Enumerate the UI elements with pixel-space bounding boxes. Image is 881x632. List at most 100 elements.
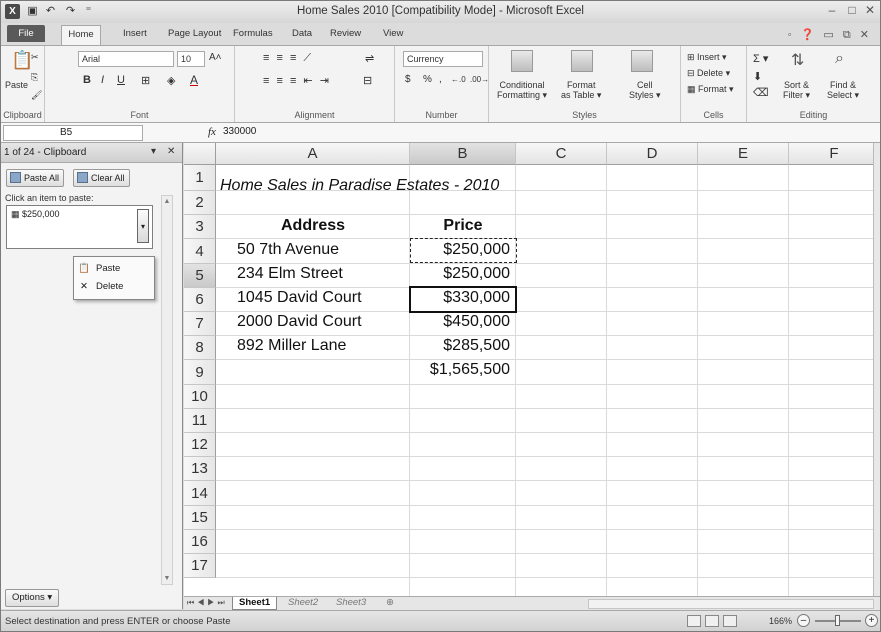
menu-paste[interactable]: 📋 Paste (78, 263, 120, 274)
find-select-button[interactable]: Find & Select ▾ (827, 80, 859, 100)
conditional-formatting-button[interactable]: Conditional Formatting ▾ (497, 80, 547, 100)
zoom-level[interactable]: 166% (769, 616, 792, 626)
fill-icon[interactable]: ⬇ (753, 70, 762, 83)
bold-button[interactable]: B (83, 74, 91, 86)
row-header-8[interactable]: 8 (184, 336, 216, 360)
row-header-1[interactable]: 1 (184, 165, 216, 191)
save-icon[interactable]: ▣ (25, 4, 40, 19)
tab-page-layout[interactable]: Page Layout (168, 28, 221, 39)
sheet-tab-2[interactable]: Sheet2 (282, 597, 324, 610)
horizontal-scrollbar[interactable] (588, 599, 874, 609)
sort-filter-button[interactable]: Sort & Filter ▾ (783, 80, 810, 100)
format-as-table-button[interactable]: Format as Table ▾ (561, 80, 601, 100)
vertical-scrollbar[interactable] (873, 143, 880, 596)
font-family-select[interactable]: Arial (78, 51, 174, 67)
sheet-tab-1[interactable]: Sheet1 (232, 597, 278, 610)
horizontal-align-icons[interactable]: ≡ ≡ ≡ ⇤ ⇥ (263, 74, 331, 87)
tab-view[interactable]: View (383, 28, 403, 39)
copy-icon[interactable]: ⎘ (31, 72, 38, 83)
grow-font-icon[interactable]: A˄ (209, 52, 222, 63)
cell-a6-address[interactable]: 2000 David Court (237, 313, 362, 331)
font-size-select[interactable]: 10 (177, 51, 205, 67)
row-header-15[interactable]: 15 (184, 506, 216, 530)
clipboard-scrollbar[interactable]: ▲ ▼ (161, 195, 173, 585)
tab-insert[interactable]: Insert (123, 28, 147, 39)
row-header-9[interactable]: 9 (184, 360, 216, 385)
pane-close-icon[interactable]: ✕ (167, 146, 175, 157)
options-button[interactable]: Options ▾ (5, 589, 60, 607)
number-format-select[interactable]: Currency (403, 51, 483, 67)
decrease-decimal-button[interactable]: .00→ (470, 75, 489, 84)
clipboard-item-dropdown[interactable]: ▾ (137, 209, 149, 243)
format-as-table-icon[interactable] (571, 50, 593, 72)
cell-a5-address[interactable]: 1045 David Court (237, 289, 362, 307)
cut-icon[interactable]: ✂ (31, 52, 39, 63)
conditional-formatting-icon[interactable] (511, 50, 533, 72)
italic-button[interactable]: I (101, 74, 104, 86)
column-header-f[interactable]: F (789, 143, 873, 165)
column-header-c[interactable]: C (516, 143, 607, 165)
column-header-d[interactable]: D (607, 143, 698, 165)
row-header-14[interactable]: 14 (184, 481, 216, 506)
sort-filter-icon[interactable]: ⇅ (791, 50, 804, 70)
sheet-tab-3[interactable]: Sheet3 (330, 597, 372, 610)
column-header-a[interactable]: A (216, 143, 410, 165)
worksheet-grid[interactable]: A B C D E F 1 2 3 4 5 6 7 8 9 10 11 12 13 14 15 16 17 Ho… (184, 143, 873, 596)
zoom-in-button[interactable]: + (865, 614, 878, 627)
row-header-12[interactable]: 12 (184, 433, 216, 457)
paste-all-button[interactable]: Paste All (6, 169, 65, 187)
underline-button[interactable]: U (117, 74, 125, 86)
tab-formulas[interactable]: Formulas (233, 28, 273, 39)
increase-decimal-button[interactable]: ←.0 (451, 75, 466, 84)
vertical-align-icons[interactable]: ≡ ≡ ≡ ⟋ (263, 52, 313, 65)
tab-file[interactable]: File (7, 25, 45, 42)
autosum-button[interactable]: Σ ▾ (753, 52, 768, 65)
tab-home[interactable]: Home (61, 25, 101, 45)
row-header-10[interactable]: 10 (184, 385, 216, 409)
cell-b7-price[interactable]: $285,500 (410, 337, 510, 355)
clear-all-button[interactable]: Clear All (73, 169, 130, 187)
name-box[interactable]: B5 (3, 125, 143, 141)
comma-style-button[interactable]: , (439, 74, 442, 85)
maximize-button[interactable]: □ (843, 3, 861, 17)
cell-styles-button[interactable]: Cell Styles ▾ (629, 80, 661, 100)
tab-data[interactable]: Data (292, 28, 312, 39)
cell-b8-total[interactable]: $1,565,500 (410, 361, 510, 379)
font-color-icon[interactable]: A (190, 73, 198, 87)
percent-style-button[interactable]: % (423, 74, 432, 85)
row-header-4[interactable]: 4 (184, 239, 216, 264)
paste-button[interactable]: Paste (5, 80, 28, 90)
row-header-11[interactable]: 11 (184, 409, 216, 433)
cell-b2-price-header[interactable]: Price (410, 217, 516, 235)
cell-styles-icon[interactable] (631, 50, 653, 72)
binoculars-icon[interactable]: ⌕ (835, 50, 844, 68)
format-painter-icon[interactable]: 🖌 (31, 90, 42, 101)
cell-a2-address-header[interactable]: Address (216, 217, 410, 235)
sheet-nav-arrows[interactable]: ⏮◀▶⏭ (187, 598, 228, 608)
row-header-5[interactable]: 5 (184, 264, 216, 288)
column-header-e[interactable]: E (698, 143, 789, 165)
row-header-17[interactable]: 17 (184, 554, 216, 578)
help-icon[interactable]: ◦ ❓ ▭ ⧉ ✕ (788, 28, 872, 42)
cell-b4-price[interactable]: $250,000 (410, 265, 510, 283)
excel-app-icon[interactable]: X (5, 4, 20, 19)
row-header-6[interactable]: 6 (184, 288, 216, 312)
fill-color-icon[interactable]: ◈ (167, 74, 175, 87)
close-button[interactable]: ✕ (861, 3, 879, 17)
column-header-b[interactable]: B (410, 143, 516, 165)
pane-options-icon[interactable]: ▾ (151, 146, 156, 157)
row-header-16[interactable]: 16 (184, 530, 216, 554)
clear-icon[interactable]: ⌫ (753, 86, 769, 99)
tab-review[interactable]: Review (330, 28, 361, 39)
insert-cells-button[interactable]: ⊞ Insert ▾ (687, 52, 727, 63)
merge-center-icon[interactable]: ⊟ (363, 74, 372, 87)
cell-a3-address[interactable]: 50 7th Avenue (237, 241, 339, 259)
borders-icon[interactable]: ⊞ (141, 74, 150, 87)
row-header-13[interactable]: 13 (184, 457, 216, 481)
cell-b6-price[interactable]: $450,000 (410, 313, 510, 331)
redo-icon[interactable]: ↷ (63, 4, 78, 19)
formula-input[interactable]: 330000 (223, 126, 256, 137)
delete-cells-button[interactable]: ⊟ Delete ▾ (687, 68, 730, 79)
undo-icon[interactable]: ↶ (43, 4, 58, 19)
wrap-text-icon[interactable]: ⇌ (365, 52, 374, 65)
